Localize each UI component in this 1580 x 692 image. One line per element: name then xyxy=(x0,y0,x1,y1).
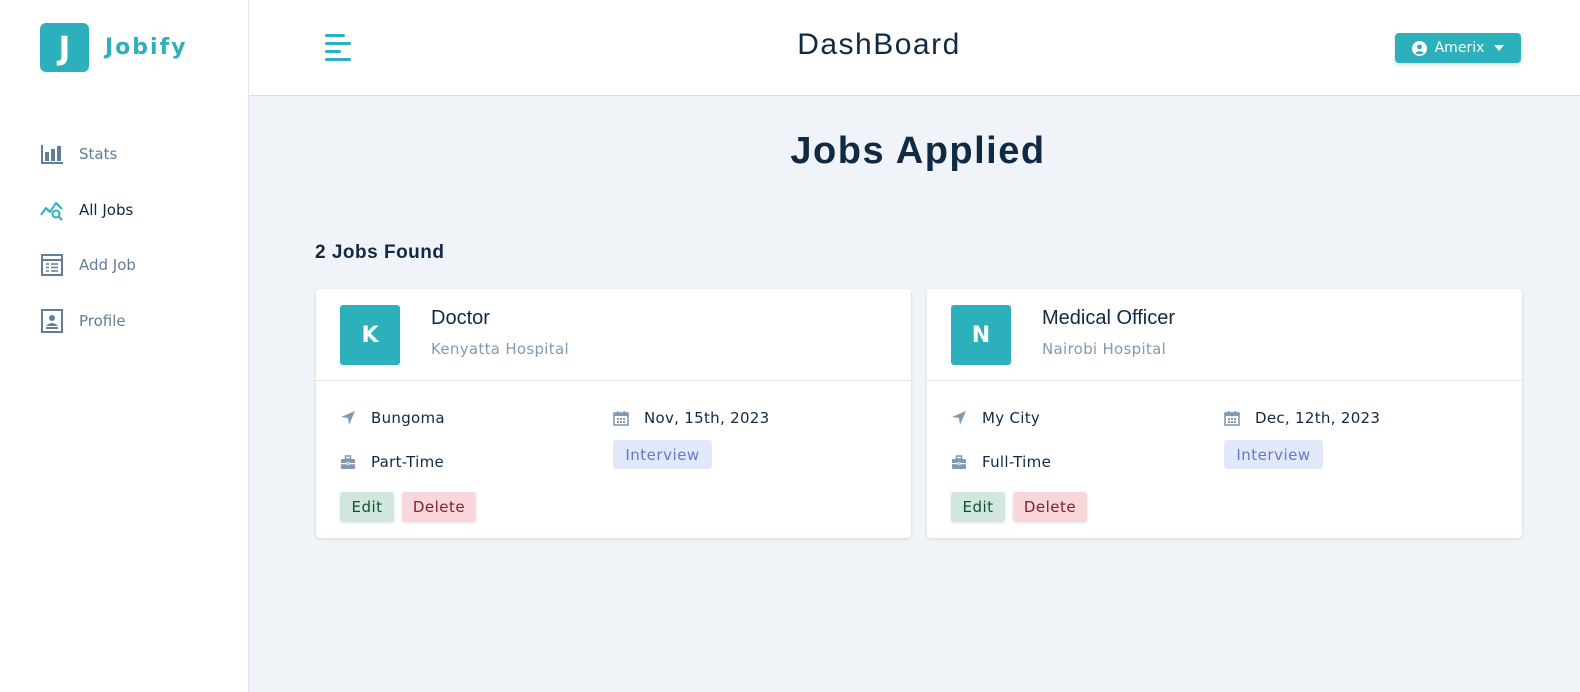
job-card: K Doctor Kenyatta Hospital Bungoma Nov, … xyxy=(316,289,911,538)
sidebar-item-label: Profile xyxy=(79,311,126,330)
sidebar-item-add-job[interactable]: Add Job xyxy=(40,251,136,279)
user-menu-button[interactable]: Amerix xyxy=(1395,33,1521,63)
location-arrow-icon xyxy=(340,410,356,426)
job-date-text: Nov, 15th, 2023 xyxy=(644,409,770,427)
delete-button[interactable]: Delete xyxy=(1013,492,1087,522)
job-card-header: N Medical Officer Nairobi Hospital xyxy=(927,289,1522,381)
page-title: DashBoard xyxy=(797,28,961,61)
job-type-text: Part-Time xyxy=(371,453,445,471)
logo-text: Jobify xyxy=(105,35,188,60)
sidebar: J Jobify Stats All Jobs Add Job Profile xyxy=(0,0,249,692)
edit-button[interactable]: Edit xyxy=(340,492,394,522)
sidebar-item-all-jobs[interactable]: All Jobs xyxy=(40,196,136,224)
sidebar-item-label: Add Job xyxy=(79,256,136,274)
sidebar-item-label: Stats xyxy=(79,145,118,163)
company-initial-badge: K xyxy=(340,305,400,365)
logo[interactable]: J Jobify xyxy=(40,23,188,72)
job-date: Nov, 15th, 2023 xyxy=(613,409,770,427)
location-arrow-icon xyxy=(951,410,967,426)
job-type: Part-Time xyxy=(340,453,444,471)
query-stats-icon xyxy=(40,198,64,222)
logo-mark: J xyxy=(40,23,89,72)
job-card: N Medical Officer Nairobi Hospital My Ci… xyxy=(927,289,1522,538)
sidebar-item-label: All Jobs xyxy=(79,200,134,219)
user-circle-icon xyxy=(1411,40,1427,56)
job-location: Bungoma xyxy=(340,409,445,427)
user-name: Amerix xyxy=(1434,40,1485,56)
status-badge: Interview xyxy=(613,440,712,469)
job-card-header: K Doctor Kenyatta Hospital xyxy=(316,289,911,381)
main-content: Jobs Applied 2 Jobs Found K Doctor Kenya… xyxy=(249,96,1580,692)
job-location: My City xyxy=(951,409,1040,427)
sidebar-item-stats[interactable]: Stats xyxy=(40,140,136,168)
id-card-icon xyxy=(40,308,64,333)
job-location-text: Bungoma xyxy=(371,409,445,427)
job-location-text: My City xyxy=(982,409,1041,427)
job-date-text: Dec, 12th, 2023 xyxy=(1255,409,1381,427)
calendar-icon xyxy=(613,410,629,426)
job-position: Medical Officer xyxy=(1042,307,1176,329)
briefcase-icon xyxy=(340,454,356,470)
sidebar-nav: Stats All Jobs Add Job Profile xyxy=(40,140,136,362)
bar-chart-icon xyxy=(40,142,64,166)
job-type: Full-Time xyxy=(951,453,1051,471)
job-company: Nairobi Hospital xyxy=(1042,340,1167,358)
form-icon xyxy=(40,253,64,277)
edit-button[interactable]: Edit xyxy=(951,492,1005,522)
status-badge: Interview xyxy=(1224,440,1323,469)
job-type-text: Full-Time xyxy=(982,453,1052,471)
caret-down-icon xyxy=(1494,45,1505,51)
main-title: Jobs Applied xyxy=(790,130,1046,172)
topbar: DashBoard Amerix xyxy=(249,0,1580,96)
job-position: Doctor xyxy=(431,307,490,329)
briefcase-icon xyxy=(951,454,967,470)
jobs-count: 2 Jobs Found xyxy=(315,242,445,263)
sidebar-item-profile[interactable]: Profile xyxy=(40,307,136,335)
job-date: Dec, 12th, 2023 xyxy=(1224,409,1380,427)
job-company: Kenyatta Hospital xyxy=(431,340,569,358)
delete-button[interactable]: Delete xyxy=(402,492,476,522)
company-initial-badge: N xyxy=(951,305,1011,365)
calendar-icon xyxy=(1224,410,1240,426)
